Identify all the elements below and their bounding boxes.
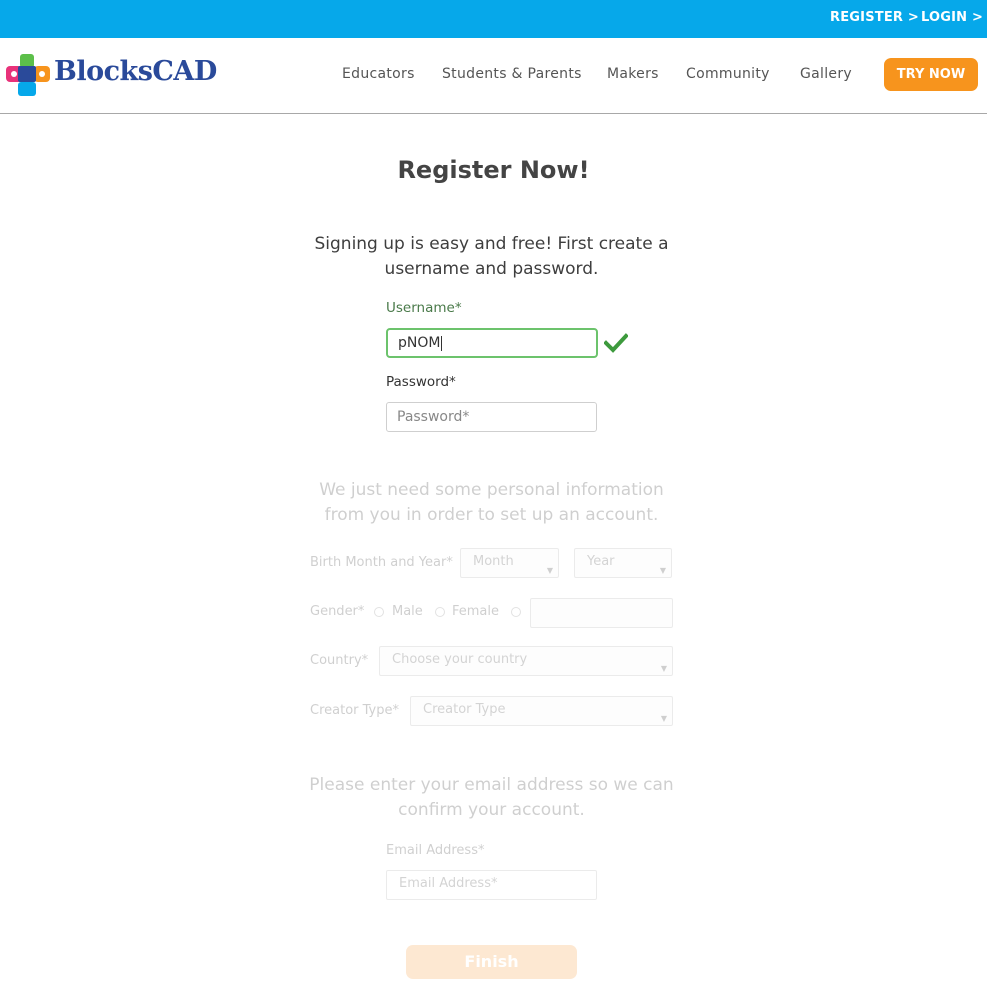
- site-header: BlocksCAD Educators Students & Parents M…: [0, 38, 987, 114]
- password-label: Password*: [386, 374, 456, 390]
- country-placeholder: Choose your country: [392, 652, 528, 667]
- year-placeholder: Year: [587, 554, 615, 569]
- dropdown-arrow-icon: ▼: [660, 664, 667, 673]
- username-label: Username*: [386, 300, 462, 316]
- email-input[interactable]: Email Address*: [386, 870, 597, 900]
- creator-type-select[interactable]: Creator Type ▼: [410, 696, 673, 726]
- nav-makers[interactable]: Makers: [607, 66, 659, 82]
- register-link[interactable]: REGISTER >: [830, 10, 919, 25]
- email-intro: Please enter your email address so we ca…: [309, 775, 674, 820]
- creator-type-placeholder: Creator Type: [423, 702, 506, 717]
- finish-button[interactable]: Finish: [406, 945, 577, 979]
- nav-students-parents[interactable]: Students & Parents: [442, 66, 582, 82]
- personal-info-intro: We just need some personal information f…: [319, 480, 664, 525]
- top-utility-bar: REGISTER > LOGIN >: [0, 0, 987, 38]
- country-label: Country*: [310, 653, 369, 668]
- password-input[interactable]: Password*: [386, 402, 597, 432]
- country-select[interactable]: Choose your country ▼: [379, 646, 673, 676]
- brand-name: BlocksCAD: [54, 56, 217, 87]
- username-value: pNOM: [398, 335, 441, 351]
- username-input[interactable]: pNOM: [386, 328, 598, 358]
- intro-text: Signing up is easy and free! First creat…: [314, 234, 669, 279]
- blockscad-logo[interactable]: BlocksCAD: [6, 54, 222, 98]
- nav-gallery[interactable]: Gallery: [800, 66, 852, 82]
- gender-other-radio[interactable]: [511, 607, 521, 617]
- blocks-logo-icon: [6, 54, 50, 96]
- try-now-button[interactable]: TRY NOW: [884, 58, 978, 91]
- email-placeholder: Email Address*: [399, 876, 498, 891]
- gender-male-radio[interactable]: [374, 607, 384, 617]
- dropdown-arrow-icon: ▼: [660, 714, 667, 723]
- dropdown-arrow-icon: ▼: [546, 566, 553, 575]
- birth-month-select[interactable]: Month ▼: [460, 548, 559, 578]
- nav-educators[interactable]: Educators: [342, 66, 415, 82]
- dropdown-arrow-icon: ▼: [659, 566, 666, 575]
- creator-type-label: Creator Type*: [310, 703, 399, 718]
- page-title: Register Now!: [397, 156, 590, 184]
- checkmark-icon: [604, 333, 628, 353]
- gender-male-label: Male: [392, 604, 423, 619]
- nav-community[interactable]: Community: [686, 66, 770, 82]
- text-caret: [441, 335, 443, 351]
- email-label: Email Address*: [386, 843, 485, 858]
- month-placeholder: Month: [473, 554, 514, 569]
- gender-label: Gender*: [310, 604, 365, 619]
- birth-year-select[interactable]: Year ▼: [574, 548, 672, 578]
- birth-label: Birth Month and Year*: [310, 555, 453, 570]
- gender-other-input[interactable]: [530, 598, 673, 628]
- login-link[interactable]: LOGIN >: [921, 10, 983, 25]
- gender-female-radio[interactable]: [435, 607, 445, 617]
- gender-female-label: Female: [452, 604, 500, 619]
